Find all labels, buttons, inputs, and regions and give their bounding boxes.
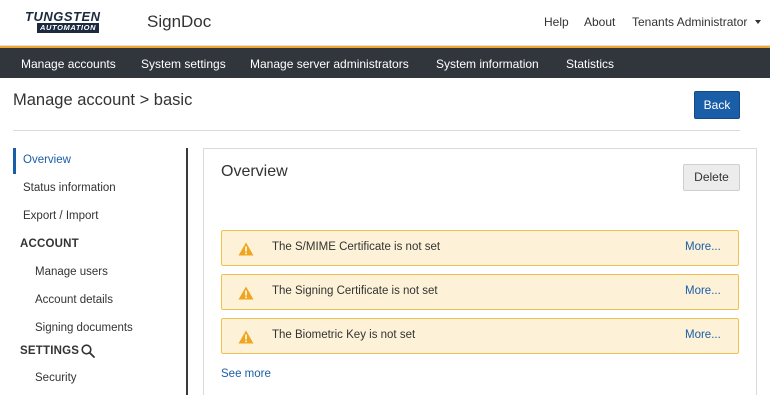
logo-text-automation: AUTOMATION — [37, 23, 100, 33]
sidebar-item-export-import[interactable]: Export / Import — [23, 210, 98, 222]
sidebar: Overview Status information Export / Imp… — [13, 148, 188, 395]
divider — [13, 130, 740, 131]
sidebar-item-security[interactable]: Security — [35, 372, 77, 384]
logo-text-tungsten: TUNGSTEN — [25, 9, 101, 24]
back-button[interactable]: Back — [694, 91, 740, 119]
active-indicator — [13, 148, 16, 174]
top-header: TUNGSTEN AUTOMATION SignDoc Help About T… — [0, 0, 770, 46]
alert-more-link[interactable]: More... — [685, 285, 721, 297]
overview-panel — [203, 148, 757, 395]
user-menu[interactable]: Tenants Administrator — [632, 15, 747, 29]
alert-more-link[interactable]: More... — [685, 329, 721, 341]
app-name: SignDoc — [147, 12, 212, 31]
alert-smime-certificate: The S/MIME Certificate is not set More..… — [221, 230, 739, 266]
alert-biometric-key: The Biometric Key is not set More... — [221, 318, 739, 354]
menu-manage-accounts[interactable]: Manage accounts — [21, 57, 116, 71]
sidebar-section-settings: SETTINGS — [20, 345, 80, 357]
alert-message: The Signing Certificate is not set — [272, 285, 438, 297]
tungsten-logo[interactable]: TUNGSTEN AUTOMATION — [23, 9, 119, 35]
warning-icon — [238, 242, 254, 256]
panel-title: Overview — [221, 163, 288, 180]
main-menu-bar: Manage accounts System settings Manage s… — [0, 46, 770, 78]
see-more-link[interactable]: See more — [221, 368, 271, 380]
sidebar-item-status-information[interactable]: Status information — [23, 182, 116, 194]
sidebar-item-signing-documents[interactable]: Signing documents — [35, 322, 133, 334]
menu-statistics[interactable]: Statistics — [566, 57, 614, 71]
alert-signing-certificate: The Signing Certificate is not set More.… — [221, 274, 739, 310]
alert-message: The Biometric Key is not set — [272, 329, 416, 341]
chevron-down-icon[interactable] — [755, 20, 761, 24]
menu-manage-server-administrators[interactable]: Manage server administrators — [250, 57, 409, 71]
page-title: Manage account > basic — [13, 91, 193, 109]
sidebar-item-account-details[interactable]: Account details — [35, 294, 113, 306]
alert-message: The S/MIME Certificate is not set — [272, 241, 441, 253]
sidebar-item-manage-users[interactable]: Manage users — [35, 266, 108, 278]
help-link[interactable]: Help — [544, 15, 569, 29]
menu-system-settings[interactable]: System settings — [141, 57, 226, 71]
sidebar-section-account: ACCOUNT — [20, 238, 79, 250]
sidebar-item-overview[interactable]: Overview — [23, 154, 71, 166]
delete-button[interactable]: Delete — [683, 164, 740, 191]
warning-icon — [238, 286, 254, 300]
about-link[interactable]: About — [584, 15, 615, 29]
menu-system-information[interactable]: System information — [436, 57, 539, 71]
warning-icon — [238, 330, 254, 344]
search-icon[interactable] — [81, 344, 95, 358]
alert-more-link[interactable]: More... — [685, 241, 721, 253]
